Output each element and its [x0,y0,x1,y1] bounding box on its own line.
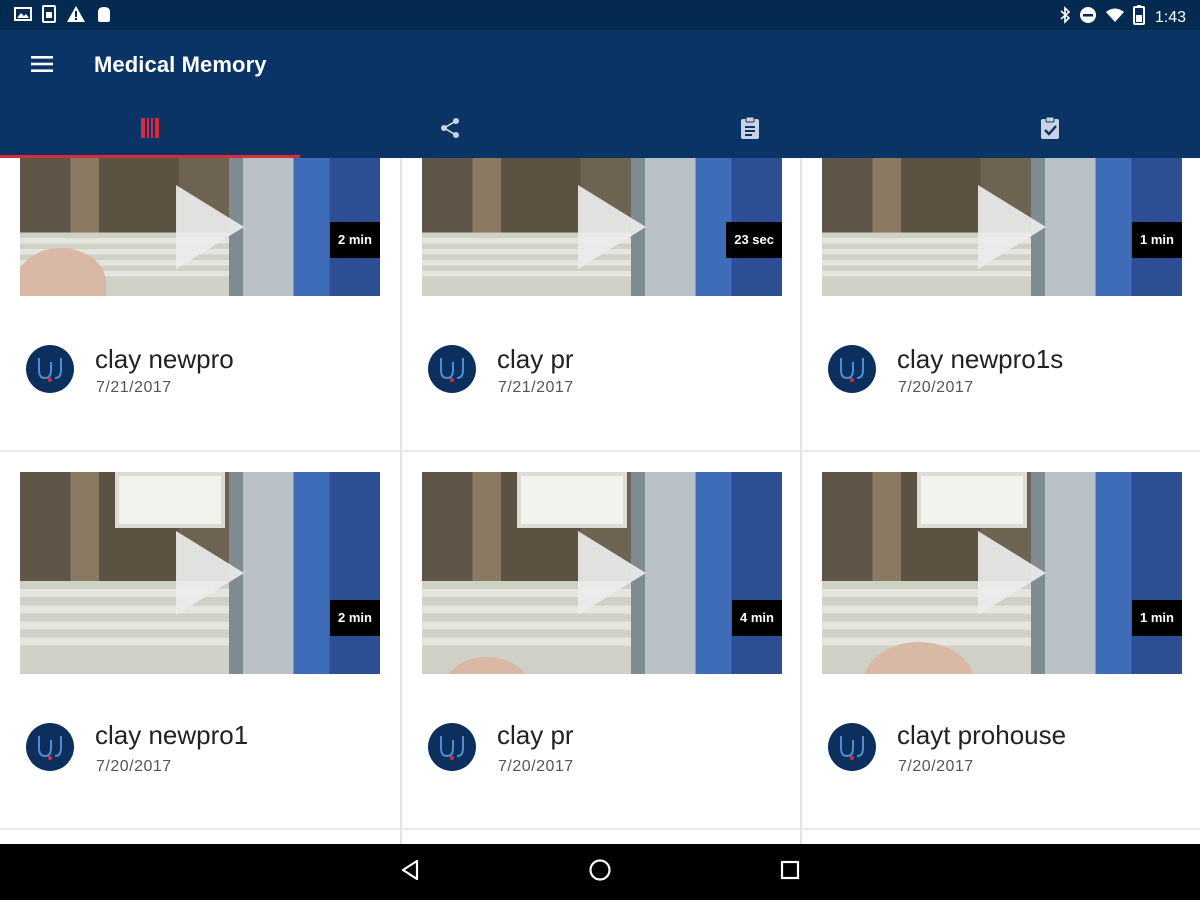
play-icon [978,185,1046,269]
video-title: clay newpro1 [95,720,249,750]
avatar [828,723,876,771]
tab-videos[interactable] [0,102,300,158]
video-list-icon [139,116,161,145]
video-date: 7/21/2017 [96,379,172,396]
avatar [428,723,476,771]
clock: 1:43 [1154,8,1186,26]
navigation-bar [0,844,1200,900]
row-divider [0,828,1200,830]
back-icon [400,859,420,886]
app-title: Medical Memory [94,52,267,77]
video-date: 7/20/2017 [96,758,172,775]
home-icon [588,858,612,887]
tab-records[interactable] [600,102,900,158]
avatar [428,345,476,393]
video-date: 7/20/2017 [898,758,974,775]
tab-share[interactable] [300,102,600,158]
play-icon [578,185,646,269]
duration-badge: 23 sec [726,222,782,258]
video-thumbnail[interactable]: 1 min [822,472,1182,674]
play-icon [978,531,1046,615]
clipboard-check-icon [1039,116,1061,145]
recents-button[interactable] [770,854,810,890]
clipboard-icon [739,116,761,145]
video-title: clay pr [497,720,574,750]
tab-checklist[interactable] [900,102,1200,158]
video-title: clayt prohouse [897,720,1067,750]
video-date: 7/20/2017 [498,758,574,775]
duration-badge: 1 min [1132,600,1182,636]
video-card[interactable]: 2 min clay newpro 7/21/2017 [0,158,400,453]
video-date: 7/20/2017 [898,379,974,396]
avatar [26,345,74,393]
video-title: clay newpro1s [897,344,1064,374]
duration-badge: 2 min [330,222,380,258]
warning-icon [66,5,86,28]
video-thumbnail[interactable]: 23 sec [422,158,782,296]
share-icon [439,117,461,144]
video-date: 7/21/2017 [498,379,574,396]
status-bar: 1:43 [0,0,1200,30]
play-icon [578,531,646,615]
menu-button[interactable] [22,48,62,84]
video-grid: 2 min clay newpro 7/21/2017 23 sec clay … [0,158,1200,844]
avatar [26,723,74,771]
video-card[interactable]: 1 min clayt prohouse [802,452,1200,771]
recents-icon [779,859,801,886]
do-not-disturb-icon [1079,6,1097,29]
video-card[interactable]: 23 sec clay pr 7/21/2017 [402,158,802,453]
video-card[interactable]: 4 min clay pr [402,452,802,771]
bluetooth-icon [1059,6,1071,29]
system-icons: 1:43 [1059,5,1186,30]
notification-icons [14,5,112,28]
video-thumbnail[interactable]: 1 min [822,158,1182,296]
column-divider [800,158,802,844]
video-title: clay newpro [95,344,234,374]
video-card[interactable]: 1 min clay newpro1s 7/20/2017 [802,158,1200,453]
column-divider [400,158,402,844]
home-button[interactable] [580,854,620,890]
battery-icon [1132,5,1145,30]
avatar [828,345,876,393]
video-thumbnail[interactable]: 4 min [422,472,782,674]
duration-badge: 2 min [330,600,380,636]
app-bar: Medical Memory [0,30,1200,102]
android-icon [96,5,112,28]
sim-card-icon [42,5,56,28]
back-button[interactable] [390,854,430,890]
menu-icon [30,55,54,78]
duration-badge: 1 min [1132,222,1182,258]
video-card[interactable]: 2 min clay newpro1 [0,452,400,771]
wifi-icon [1105,7,1125,28]
duration-badge: 4 min [732,600,782,636]
play-icon [176,531,244,615]
video-thumbnail[interactable]: 2 min [20,472,380,674]
tab-bar [0,102,1200,158]
video-thumbnail[interactable]: 2 min [20,158,380,296]
video-title: clay pr [497,344,574,374]
play-icon [176,185,244,269]
image-icon [14,6,32,27]
